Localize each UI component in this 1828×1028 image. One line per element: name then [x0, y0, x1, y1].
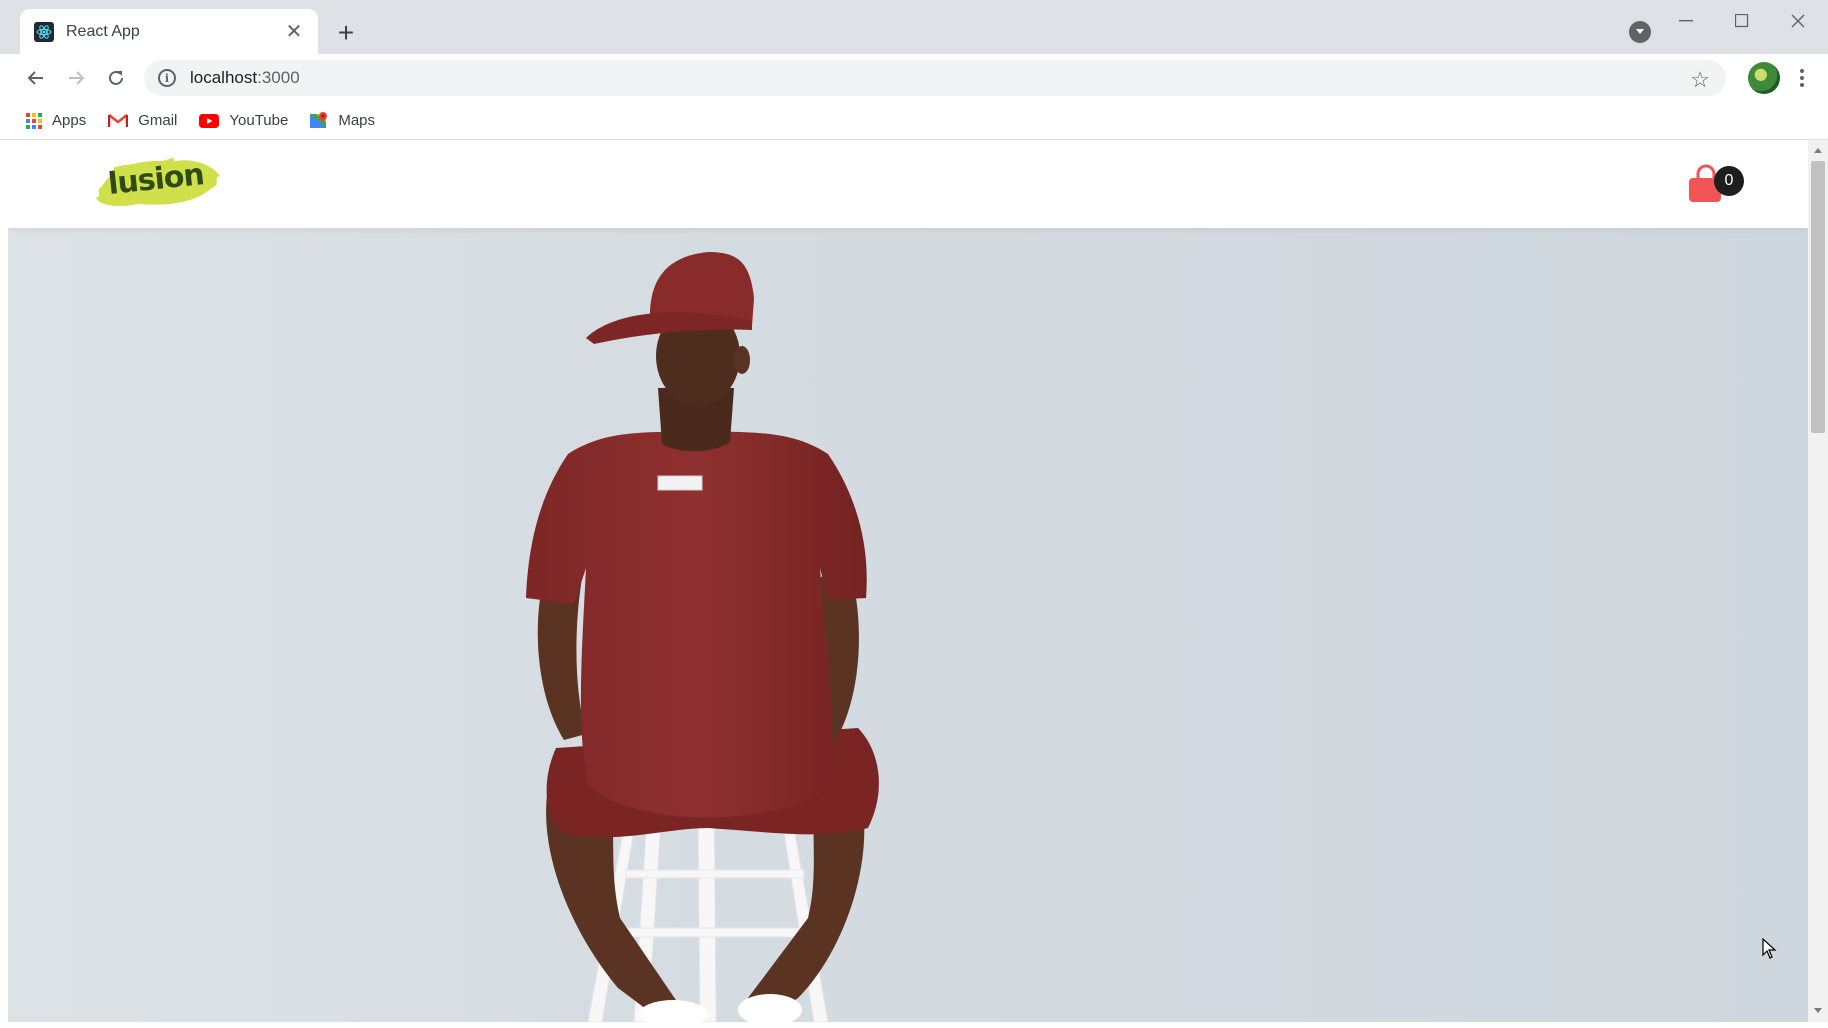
url-text: localhost:3000: [190, 68, 300, 87]
bookmark-youtube[interactable]: YouTube: [199, 112, 288, 129]
address-bar[interactable]: i localhost:3000 ☆: [144, 60, 1726, 96]
forward-arrow-icon[interactable]: [60, 62, 92, 94]
react-favicon-icon: [34, 21, 54, 42]
hero-model-image: [526, 252, 879, 1022]
tab-react-app[interactable]: React App ✕: [20, 9, 318, 54]
bookmark-maps[interactable]: Maps: [310, 111, 376, 130]
new-tab-button[interactable]: +: [330, 17, 362, 49]
cart-button[interactable]: 0: [1686, 154, 1744, 210]
back-arrow-icon[interactable]: [20, 62, 52, 94]
hero-banner: [8, 228, 1808, 1022]
mouse-cursor-icon: [1762, 938, 1777, 959]
site-logo[interactable]: lusion: [94, 148, 224, 214]
scroll-down-arrow-icon[interactable]: [1814, 1008, 1822, 1013]
menu-kebab-icon[interactable]: [1792, 64, 1812, 92]
info-icon[interactable]: i: [158, 69, 176, 87]
page-viewport: lusion 0: [8, 140, 1808, 1022]
scroll-up-arrow-icon[interactable]: [1814, 148, 1822, 153]
profile-avatar[interactable]: [1748, 62, 1780, 94]
maps-icon: [310, 111, 328, 128]
bookmark-label: Gmail: [138, 112, 178, 129]
apps-grid-icon: [26, 112, 42, 129]
gmail-icon: [108, 113, 129, 128]
maximize-icon[interactable]: [1714, 6, 1770, 36]
page-scrollbar[interactable]: [1808, 140, 1828, 1022]
scroll-thumb[interactable]: [1811, 161, 1825, 433]
site-header: lusion 0: [8, 140, 1808, 228]
tab-strip: React App ✕ +: [0, 0, 1828, 54]
bookmarks-bar: Apps Gmail YouTube Maps: [0, 102, 1828, 140]
bookmark-label: Maps: [338, 112, 376, 129]
browser-toolbar: i localhost:3000 ☆: [0, 54, 1828, 102]
minimize-icon[interactable]: [1658, 6, 1714, 36]
reload-icon[interactable]: [100, 62, 132, 94]
tab-search-icon[interactable]: [1629, 21, 1651, 43]
bookmark-label: YouTube: [229, 112, 289, 129]
bookmark-apps[interactable]: Apps: [26, 112, 86, 129]
bookmark-label: Apps: [52, 112, 87, 129]
bookmark-star-icon[interactable]: ☆: [1690, 67, 1710, 93]
cart-count-badge: 0: [1714, 166, 1744, 196]
bookmark-gmail[interactable]: Gmail: [108, 112, 177, 129]
close-window-icon[interactable]: [1770, 6, 1826, 36]
tab-title: React App: [66, 22, 140, 40]
close-tab-icon[interactable]: ✕: [282, 20, 306, 44]
youtube-icon: [199, 113, 220, 128]
